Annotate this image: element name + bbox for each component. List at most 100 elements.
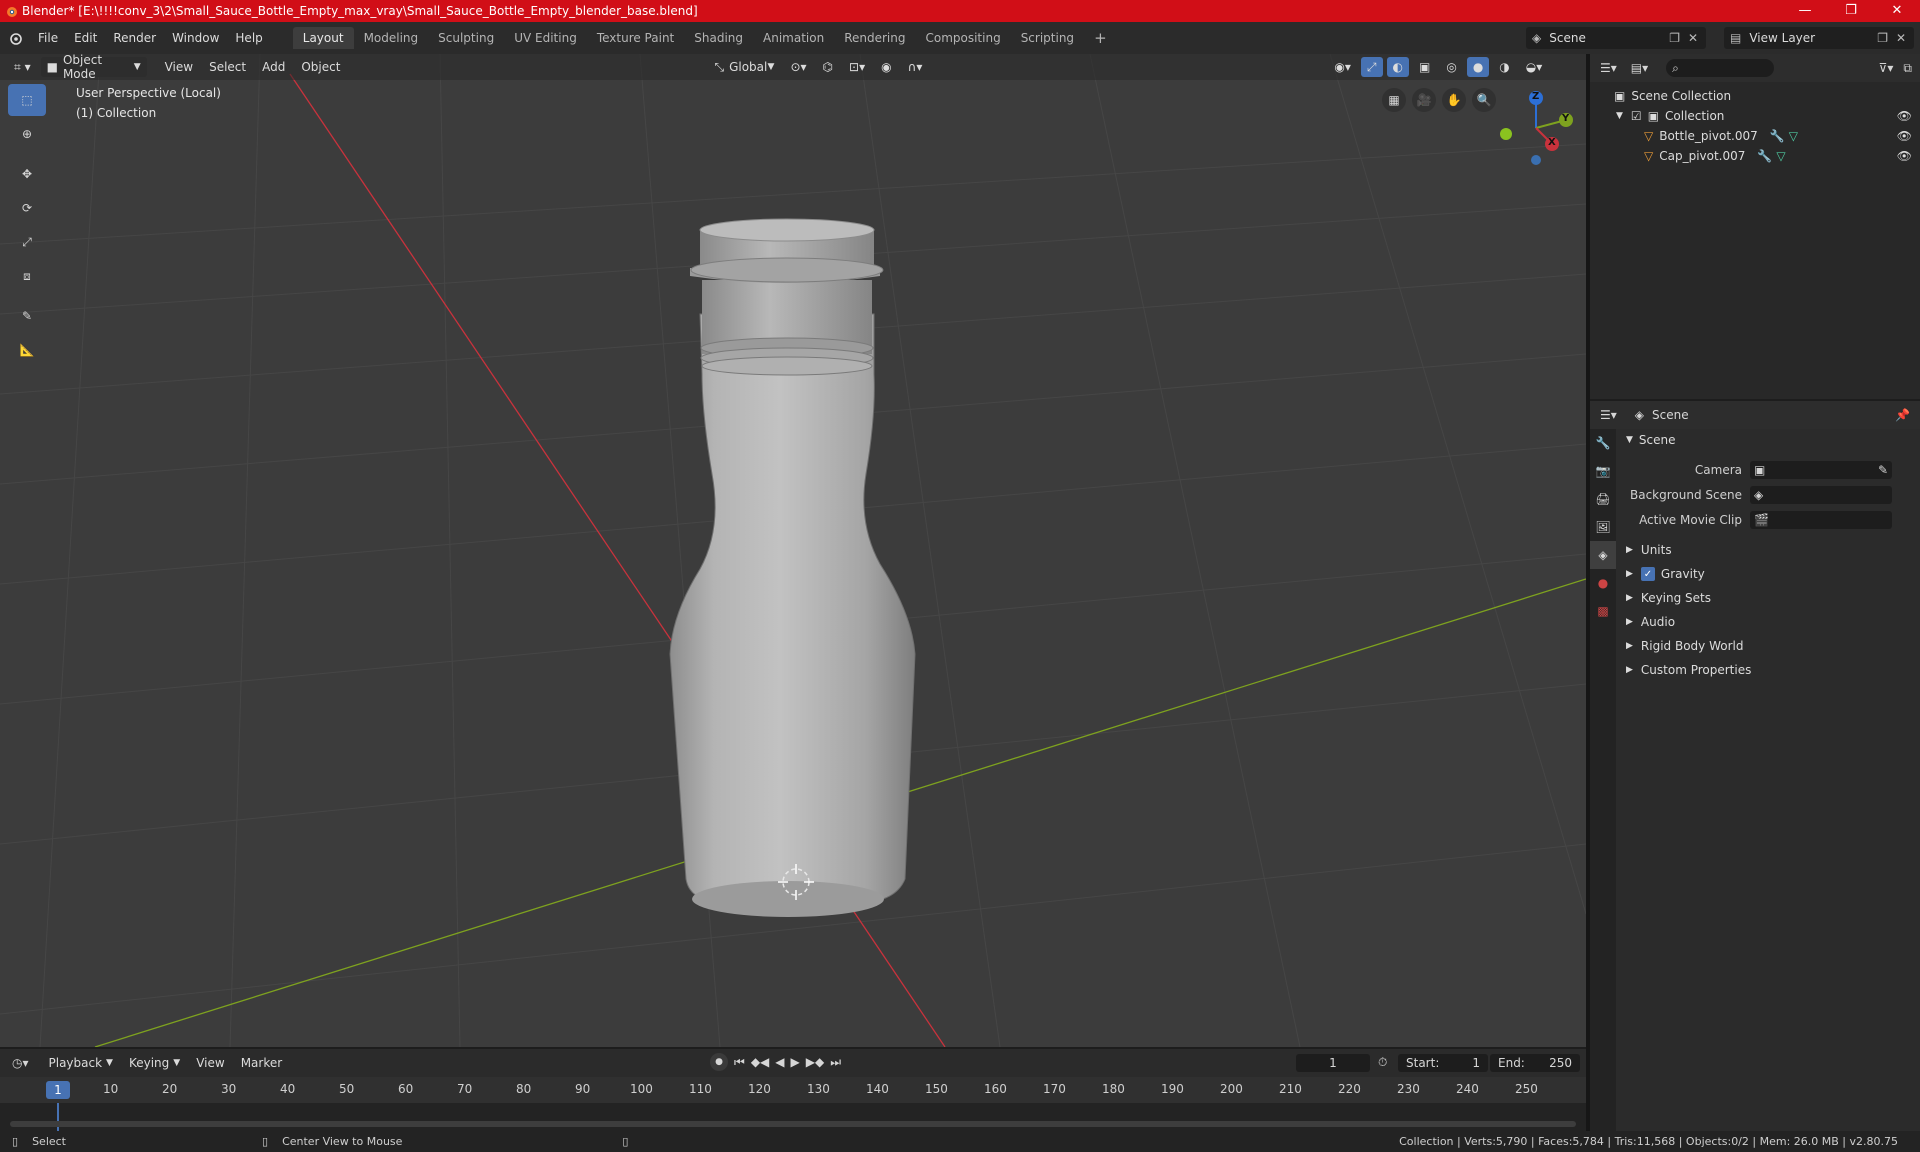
modifier-icon[interactable]: 🔧 <box>1757 149 1772 163</box>
scene-selector[interactable]: ◈ Scene ❐ ✕ <box>1526 27 1706 49</box>
delete-scene-icon[interactable]: ✕ <box>1688 31 1698 45</box>
navigation-gizmo[interactable]: Z Y X <box>1496 84 1580 168</box>
end-frame-field[interactable]: End: 250 <box>1490 1054 1580 1072</box>
transform-orientation-dropdown[interactable]: ⤡ Global ▼ <box>708 57 780 77</box>
visibility-icon[interactable]: ◉▾ <box>1328 57 1357 77</box>
solid-shading-icon[interactable]: ● <box>1466 57 1490 77</box>
modifier-icon[interactable]: 🔧 <box>1770 129 1785 143</box>
add-workspace-button[interactable]: + <box>1084 27 1117 49</box>
timeline-scrollbar[interactable] <box>10 1121 1576 1127</box>
tab-scripting[interactable]: Scripting <box>1011 27 1084 49</box>
editor-type-icon[interactable]: ⌗ ▾ <box>8 57 37 77</box>
wireframe-shading-icon[interactable]: ◎ <box>1440 57 1462 77</box>
current-frame-field[interactable]: 1 <box>1296 1054 1370 1072</box>
timeline-menu-keying[interactable]: Keying ▼ <box>123 1053 186 1073</box>
tab-sculpting[interactable]: Sculpting <box>428 27 504 49</box>
rendered-shading-icon[interactable]: ◒▾ <box>1520 57 1549 77</box>
menu-edit[interactable]: Edit <box>66 28 105 48</box>
units-panel-header[interactable]: ▶ Units <box>1618 538 1920 562</box>
pin-icon[interactable]: 📌 <box>1895 408 1910 422</box>
record-button[interactable]: ● <box>710 1053 728 1071</box>
scene-panel-header[interactable]: ▼ Scene <box>1618 429 1920 451</box>
render-tab-icon[interactable]: 📷 <box>1590 457 1616 485</box>
pan-view-icon[interactable]: ✋ <box>1442 88 1466 112</box>
snap-icon[interactable]: ⌬ <box>817 57 839 77</box>
blender-menu-icon[interactable] <box>0 31 30 45</box>
outliner-row-scene-collection[interactable]: ▣ Scene Collection <box>1590 86 1920 106</box>
new-scene-icon[interactable]: ❐ <box>1669 31 1680 45</box>
outliner-row-collection[interactable]: ▼ ☑ ▣ Collection 👁 <box>1590 106 1920 126</box>
eye-icon[interactable]: 👁 <box>1897 129 1912 143</box>
tab-uv-editing[interactable]: UV Editing <box>504 27 587 49</box>
outliner-search-input[interactable]: ⌕ <box>1666 59 1775 77</box>
toggle-camera-view-icon[interactable]: ▦ <box>1382 88 1406 112</box>
camera-icon[interactable]: 🎥 <box>1412 88 1436 112</box>
new-view-layer-icon[interactable]: ❐ <box>1877 31 1888 45</box>
menu-window[interactable]: Window <box>164 28 227 48</box>
overlay-toggle-icon[interactable]: ◐ <box>1386 57 1409 77</box>
timeline-menu-view[interactable]: View <box>190 1053 230 1073</box>
jump-start-button[interactable]: ⏮ <box>734 1055 745 1070</box>
annotate-tool[interactable]: ✎ <box>8 300 46 332</box>
snap-target-icon[interactable]: ⊡▾ <box>843 57 871 77</box>
proportional-edit-icon[interactable]: ◉ <box>875 57 897 77</box>
tab-shading[interactable]: Shading <box>684 27 753 49</box>
display-mode-icon[interactable]: ▤▾ <box>1631 61 1648 75</box>
tab-compositing[interactable]: Compositing <box>915 27 1010 49</box>
eye-icon[interactable]: 👁 <box>1897 109 1912 123</box>
collection-checkbox[interactable]: ☑ <box>1631 109 1642 123</box>
camera-field[interactable]: ▣ ✎ <box>1750 460 1892 479</box>
background-scene-field[interactable]: ◈ <box>1750 485 1892 504</box>
falloff-icon[interactable]: ∩▾ <box>902 57 929 77</box>
world-tab-icon[interactable]: ● <box>1590 569 1616 597</box>
tab-rendering[interactable]: Rendering <box>834 27 915 49</box>
audio-panel-header[interactable]: ▶ Audio <box>1618 610 1920 634</box>
viewport-menu-select[interactable]: Select <box>203 57 252 77</box>
3d-viewport[interactable]: ⌗ ▾ ■ Object Mode ▼ View Select Add Obje… <box>0 54 1586 1047</box>
tab-texture-paint[interactable]: Texture Paint <box>587 27 684 49</box>
viewport-menu-add[interactable]: Add <box>256 57 291 77</box>
texture-tab-icon[interactable]: ▩ <box>1590 597 1616 625</box>
scene-tab-icon[interactable]: ◈ <box>1590 541 1616 569</box>
outliner-row-object[interactable]: ▽ Cap_pivot.007 🔧 ▽ 👁 <box>1590 146 1920 166</box>
timeline-ruler[interactable]: 1 10 20 30 40 50 60 70 80 90 100 110 120… <box>0 1077 1586 1103</box>
minimize-button[interactable]: — <box>1782 0 1828 22</box>
menu-help[interactable]: Help <box>227 28 270 48</box>
timeline-menu-playback[interactable]: Playback ▼ <box>43 1053 119 1073</box>
select-box-tool[interactable]: ⬚ <box>8 84 46 116</box>
timeline-track-area[interactable] <box>0 1103 1586 1131</box>
object-mode-dropdown[interactable]: ■ Object Mode ▼ <box>40 54 147 81</box>
scale-tool[interactable]: ⤢ <box>8 226 46 258</box>
transform-tool[interactable]: ⧈ <box>8 260 46 292</box>
view-layer-tab-icon[interactable]: 🖼 <box>1590 513 1616 541</box>
play-reverse-button[interactable]: ◀ <box>775 1055 784 1069</box>
material-shading-icon[interactable]: ◑ <box>1493 57 1515 77</box>
move-tool[interactable]: ✥ <box>8 158 46 190</box>
viewport-menu-view[interactable]: View <box>159 57 199 77</box>
pivot-point-icon[interactable]: ⊙▾ <box>784 57 812 77</box>
playhead[interactable]: 1 <box>46 1081 70 1099</box>
cursor-tool[interactable]: ⊕ <box>8 118 46 150</box>
eyedropper-icon[interactable]: ✎ <box>1878 463 1888 477</box>
keying-sets-panel-header[interactable]: ▶ Keying Sets <box>1618 586 1920 610</box>
custom-properties-panel-header[interactable]: ▶ Custom Properties <box>1618 658 1920 682</box>
gravity-checkbox[interactable]: ✓ <box>1640 567 1655 581</box>
tab-animation[interactable]: Animation <box>753 27 834 49</box>
outliner-row-object[interactable]: ▽ Bottle_pivot.007 🔧 ▽ 👁 <box>1590 126 1920 146</box>
timeline-menu-marker[interactable]: Marker <box>235 1053 288 1073</box>
properties-editor-icon[interactable]: ☰▾ <box>1600 408 1617 422</box>
menu-render[interactable]: Render <box>105 28 164 48</box>
play-button[interactable]: ▶ <box>791 1055 800 1069</box>
preview-range-icon[interactable]: ⏱ <box>1378 1055 1387 1070</box>
viewport-menu-object[interactable]: Object <box>295 57 346 77</box>
active-movie-clip-field[interactable]: 🎬 <box>1750 510 1892 529</box>
rigid-body-world-panel-header[interactable]: ▶ Rigid Body World <box>1618 634 1920 658</box>
close-button[interactable]: ✕ <box>1874 0 1920 22</box>
new-collection-icon[interactable]: ⧉ <box>1903 61 1912 76</box>
gizmo-toggle-icon[interactable]: ⤢ <box>1360 57 1383 77</box>
tool-tab-icon[interactable]: 🔧 <box>1590 429 1616 457</box>
prev-keyframe-button[interactable]: ◆◀ <box>751 1055 769 1069</box>
eye-icon[interactable]: 👁 <box>1897 149 1912 163</box>
tab-modeling[interactable]: Modeling <box>354 27 429 49</box>
jump-end-button[interactable]: ⏭ <box>830 1055 841 1070</box>
